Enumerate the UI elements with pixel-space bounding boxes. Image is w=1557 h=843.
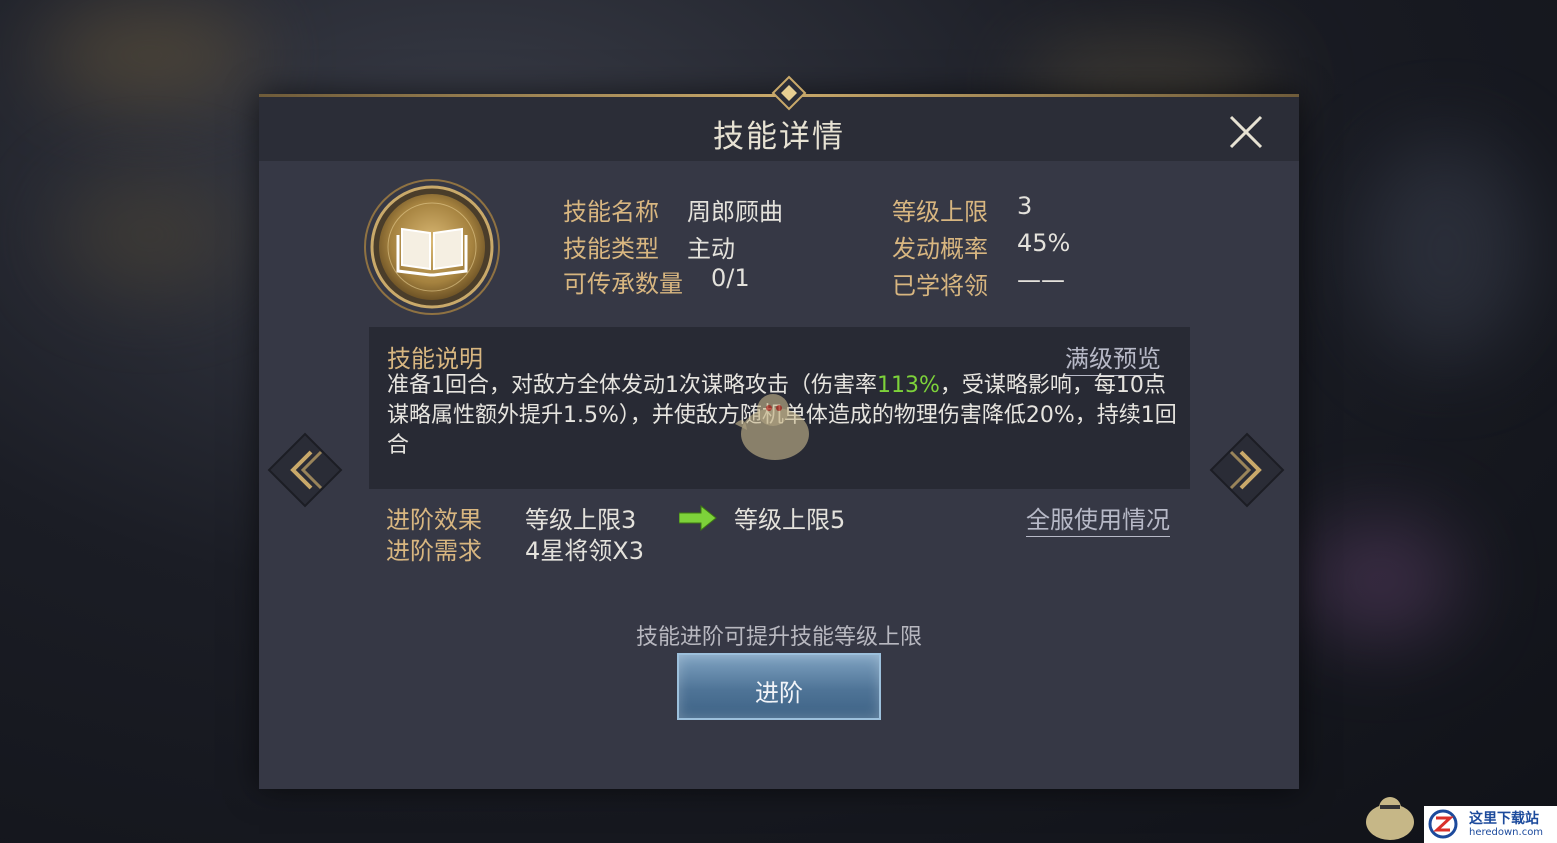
dialog-header: 技能详情: [259, 75, 1299, 161]
learned-by-label: 已学将领: [892, 272, 988, 300]
watermark-url: heredown.com: [1469, 827, 1544, 838]
close-icon[interactable]: [1225, 111, 1267, 153]
chevron-left-icon[interactable]: [267, 432, 343, 508]
watermark-title: 这里下载站: [1469, 811, 1539, 827]
dialog-title: 技能详情: [713, 119, 845, 155]
advance-requirement-value: 4星将领X3: [525, 537, 644, 565]
background-blur: [1360, 140, 1530, 360]
watermark-mascot-icon: [1366, 797, 1414, 840]
watermark-mascot-icon: [735, 394, 809, 460]
site-logo-icon: [1428, 809, 1458, 839]
advance-requirement-label: 进阶需求: [386, 537, 482, 565]
skill-type-value: 主动: [687, 235, 735, 263]
background-blur: [40, 10, 260, 100]
advance-button[interactable]: 进阶: [677, 653, 881, 720]
advance-effect-from: 等级上限3: [525, 506, 637, 534]
advance-effect-to: 等级上限5: [734, 506, 846, 534]
watermark-badge: 这里下载站 heredown.com: [1424, 806, 1557, 843]
inherit-count-label: 可传承数量: [563, 270, 683, 298]
trigger-rate-value: 45%: [1017, 229, 1071, 257]
trigger-rate-label: 发动概率: [892, 235, 988, 263]
skill-name-value: 周郎顾曲: [687, 198, 783, 226]
level-cap-value: 3: [1017, 192, 1033, 220]
damage-rate-value: 113%: [877, 373, 940, 398]
inherit-count-value: 0/1: [711, 264, 750, 292]
arrow-right-icon: [679, 505, 717, 531]
server-usage-link[interactable]: 全服使用情况: [1026, 500, 1170, 537]
skill-type-label: 技能类型: [563, 235, 659, 263]
ornament-gem-icon: [771, 75, 807, 111]
advance-button-label: 进阶: [755, 679, 803, 707]
book-icon: [364, 179, 500, 315]
chevron-right-icon[interactable]: [1209, 432, 1285, 508]
advance-effect-label: 进阶效果: [386, 506, 482, 534]
background-blur: [60, 180, 240, 290]
learned-by-value: ——: [1017, 266, 1065, 294]
background-blur: [1300, 520, 1460, 640]
description-title: 技能说明: [387, 345, 483, 373]
level-cap-label: 等级上限: [892, 198, 988, 226]
advance-hint: 技能进阶可提升技能等级上限: [635, 625, 922, 650]
skill-name-label: 技能名称: [563, 198, 659, 226]
